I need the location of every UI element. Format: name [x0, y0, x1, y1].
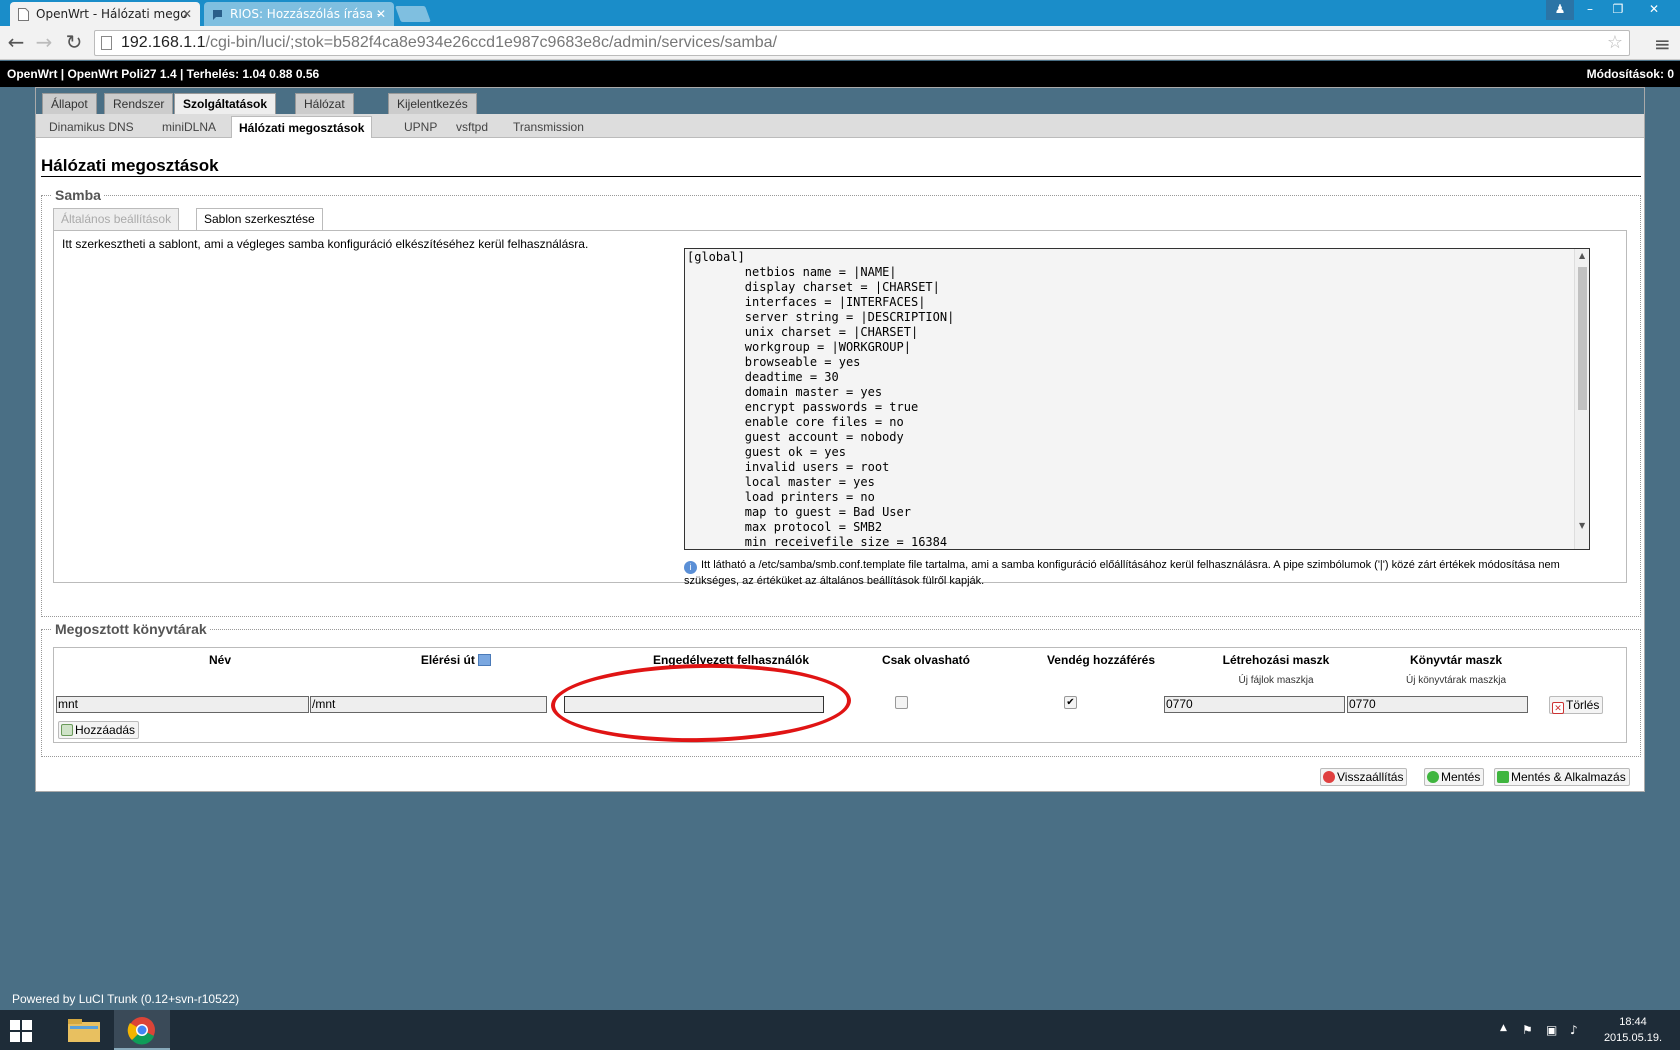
forum-icon: [213, 10, 222, 20]
page-icon: [101, 36, 112, 50]
title-divider: [41, 176, 1641, 177]
reload-icon[interactable]: ↻: [62, 31, 86, 55]
apply-icon: [1497, 771, 1509, 783]
template-hint: i Itt látható a /etc/samba/smb.conf.templ…: [684, 559, 1560, 587]
dir-mask-subheader: Új könyvtárak maszkja: [1405, 675, 1507, 686]
window-close-icon[interactable]: ✕: [1634, 0, 1674, 20]
scroll-down-icon[interactable]: ▼: [1579, 521, 1585, 530]
col-dir-mask: Könyvtár maszk: [1409, 653, 1503, 667]
browser-tab-rios[interactable]: RIOS: Hozzászólás írása - ✕: [204, 2, 394, 26]
file-explorer-icon[interactable]: [56, 1010, 112, 1050]
luci-footer: Powered by LuCI Trunk (0.12+svn-r10522): [12, 992, 240, 1006]
subtab-minidlna[interactable]: miniDLNA: [155, 116, 223, 138]
chrome-icon[interactable]: [114, 1010, 170, 1050]
save-button[interactable]: Mentés: [1424, 768, 1485, 786]
guest-checkbox[interactable]: ✔: [1064, 696, 1077, 709]
subtab-ddns[interactable]: Dinamikus DNS: [42, 116, 141, 138]
template-textarea[interactable]: [global] netbios name = |NAME| display c…: [684, 248, 1590, 550]
back-icon[interactable]: ←: [4, 31, 28, 55]
col-guest: Vendég hozzáférés: [1046, 653, 1156, 667]
create-mask-input[interactable]: 0770: [1164, 696, 1345, 713]
add-icon: [61, 724, 73, 736]
save-icon: [1427, 771, 1439, 783]
add-button[interactable]: Hozzáadás: [58, 721, 140, 739]
chrome-menu-icon[interactable]: ≡: [1654, 32, 1671, 56]
browser-toolbar: ← → ↻ 192.168.1.1/cgi-bin/luci/;stok=b58…: [0, 26, 1680, 60]
changes-counter[interactable]: Módosítások: 0: [1587, 61, 1674, 87]
system-info: OpenWrt | OpenWrt Poli27 1.4 | Terhelés:…: [7, 67, 320, 81]
start-button[interactable]: [10, 1020, 32, 1042]
address-bar[interactable]: 192.168.1.1/cgi-bin/luci/;stok=b582f4ca8…: [94, 30, 1630, 56]
tab-allapot[interactable]: Állapot: [42, 93, 97, 114]
new-tab-button[interactable]: [395, 6, 431, 22]
bookmark-star-icon[interactable]: ☆: [1607, 32, 1623, 53]
action-center-icon[interactable]: ⚑: [1522, 1023, 1533, 1037]
delete-icon: ✕: [1552, 702, 1564, 714]
save-apply-button[interactable]: Mentés & Alkalmazás: [1494, 768, 1630, 786]
page-title: Hálózati megosztások: [41, 156, 219, 175]
browser-tab-label: RIOS: Hozzászólás írása -: [230, 7, 382, 21]
dir-mask-input[interactable]: 0770: [1347, 696, 1528, 713]
delete-button[interactable]: ✕ Törlés: [1549, 696, 1604, 714]
browser-tab-openwrt[interactable]: OpenWrt - Hálózati mego ✕: [10, 2, 200, 26]
tab-halozat[interactable]: Hálózat: [295, 93, 354, 114]
tab-general-settings[interactable]: Általános beállítások: [53, 208, 180, 230]
tab-kijelentkezes[interactable]: Kijelentkezés: [388, 93, 477, 114]
scrollbar-thumb[interactable]: [1578, 267, 1587, 410]
share-path-input[interactable]: /mnt: [310, 696, 547, 713]
samba-legend: Samba: [52, 187, 104, 203]
reset-button[interactable]: Visszaállítás: [1320, 768, 1408, 786]
col-path: Elérési út: [396, 653, 516, 667]
browser-tabstrip: OpenWrt - Hálózati mego ✕ RIOS: Hozzászó…: [0, 0, 1680, 26]
show-hidden-icons-icon[interactable]: ▲: [1500, 1023, 1507, 1033]
restore-icon[interactable]: ❐: [1604, 0, 1632, 20]
template-description: Itt szerkesztheti a sablont, ami a végle…: [62, 237, 589, 251]
browser-tab-label: OpenWrt - Hálózati mego: [36, 7, 188, 21]
create-mask-subheader: Új fájlok maszkja: [1238, 675, 1314, 686]
template-text: [global] netbios name = |NAME| display c…: [687, 250, 955, 549]
forward-icon[interactable]: →: [32, 31, 56, 55]
user-icon[interactable]: ♟: [1546, 0, 1574, 20]
subtab-upnp[interactable]: UPNP: [397, 116, 444, 138]
subtab-vsftpd[interactable]: vsftpd: [449, 116, 495, 138]
openwrt-header: OpenWrt | OpenWrt Poli27 1.4 | Terhelés:…: [0, 61, 1680, 87]
col-name: Név: [208, 653, 231, 667]
taskbar: ▲ ⚑ ▣ ♪ 18:44 2015.05.19.: [0, 1010, 1680, 1050]
close-icon[interactable]: ✕: [182, 2, 192, 26]
minimize-icon[interactable]: –: [1576, 0, 1604, 20]
shares-legend: Megosztott könyvtárak: [52, 621, 210, 637]
tab-rendszer[interactable]: Rendszer: [104, 93, 174, 114]
network-icon[interactable]: ▣: [1546, 1023, 1557, 1037]
reset-icon: [1323, 771, 1335, 783]
url-text: 192.168.1.1/cgi-bin/luci/;stok=b582f4ca8…: [121, 34, 778, 51]
col-create-mask: Létrehozási maszk: [1222, 653, 1330, 667]
clock[interactable]: 18:44 2015.05.19.: [1598, 1014, 1668, 1046]
page-icon: [18, 8, 29, 21]
tab-szolgaltatasok[interactable]: Szolgáltatások: [174, 93, 277, 114]
share-name-input[interactable]: mnt: [56, 696, 309, 713]
browse-icon[interactable]: [478, 654, 492, 666]
textarea-scrollbar[interactable]: ▲ ▼: [1574, 249, 1589, 549]
subtab-samba[interactable]: Hálózati megosztások: [231, 116, 373, 138]
tab-template-edit[interactable]: Sablon szerkesztése: [196, 208, 323, 230]
scroll-up-icon[interactable]: ▲: [1579, 251, 1585, 260]
volume-icon[interactable]: ♪: [1570, 1023, 1578, 1037]
sub-tabs: Dinamikus DNS miniDLNA Hálózati megosztá…: [36, 114, 1644, 138]
subtab-transmission[interactable]: Transmission: [506, 116, 591, 138]
main-tabs: Állapot Rendszer Szolgáltatások Hálózat …: [36, 88, 1644, 114]
info-icon: i: [684, 561, 697, 574]
close-icon[interactable]: ✕: [376, 2, 386, 26]
col-readonly: Csak olvasható: [881, 653, 971, 667]
readonly-checkbox[interactable]: [895, 696, 908, 709]
